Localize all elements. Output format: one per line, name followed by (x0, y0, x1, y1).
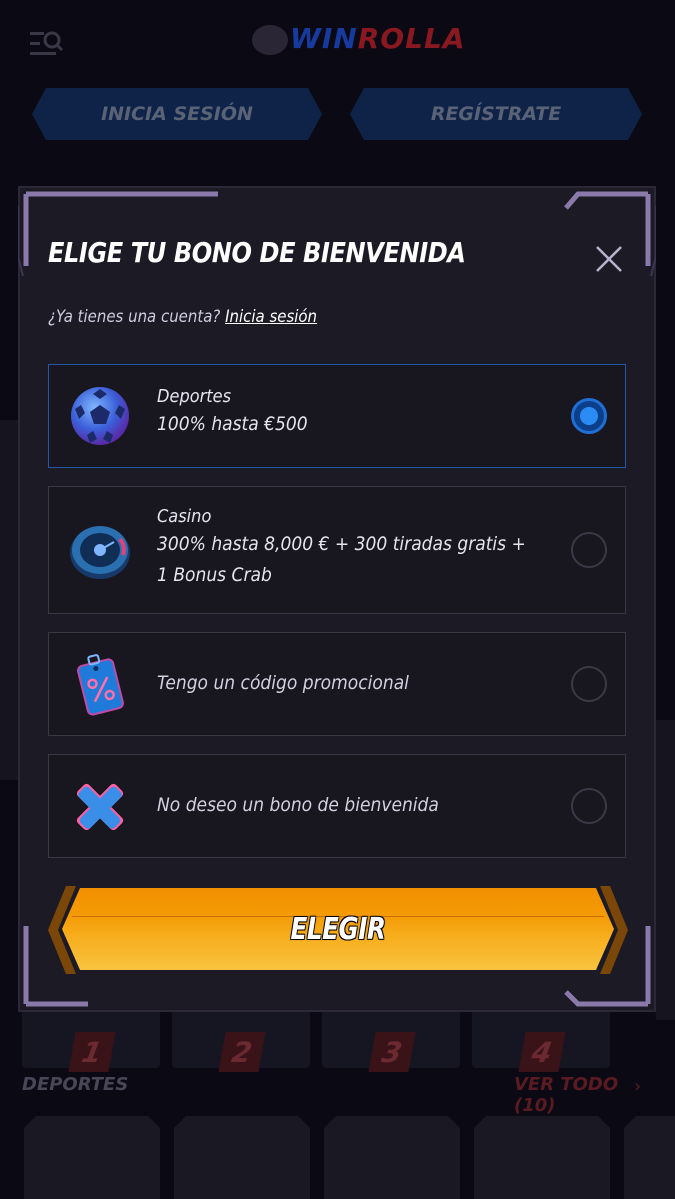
option-no-bonus[interactable]: No deseo un bono de bienvenida (48, 754, 626, 858)
background-card[interactable]: 4 (472, 1010, 610, 1072)
sports-thumbnails (24, 1116, 675, 1199)
choose-button[interactable]: ELEGIR (48, 886, 628, 974)
wolf-logo-icon (252, 25, 288, 55)
option-sports-name: Deportes (157, 386, 232, 407)
option-sports-radio[interactable] (571, 398, 607, 434)
sports-section-title: DEPORTES (22, 1074, 129, 1095)
background-cards: 1 2 3 4 (22, 1010, 675, 1072)
sport-thumbnail[interactable] (24, 1116, 160, 1199)
x-mark-icon (76, 783, 124, 831)
background-card[interactable]: 1 (22, 1010, 160, 1072)
modal-title: ELIGE TU BONO DE BIENVENIDA (48, 236, 466, 269)
option-casino[interactable]: Casino 300% hasta 8,000 € + 300 tiradas … (48, 486, 626, 614)
choose-button-body[interactable]: ELEGIR (62, 888, 614, 970)
sport-thumbnail[interactable] (474, 1116, 610, 1199)
choose-button-label: ELEGIR (290, 911, 386, 947)
chevron-right-icon[interactable]: › (634, 1076, 641, 1097)
sport-thumbnail[interactable] (324, 1116, 460, 1199)
see-all-link[interactable]: VER TODO (10) (514, 1074, 652, 1116)
sport-thumbnail[interactable] (174, 1116, 310, 1199)
sport-thumbnail[interactable] (624, 1116, 675, 1199)
sports-section-header: DEPORTES VER TODO (10) › (22, 1074, 652, 1116)
option-sports-detail: 100% hasta €500 (157, 413, 308, 435)
option-promo-code-label: Tengo un código promocional (157, 672, 409, 694)
welcome-bonus-modal: ELIGE TU BONO DE BIENVENIDA ¿Ya tienes u… (18, 186, 656, 1012)
page: WINROLLA INICIA SESIÓN REGÍSTRATE 1 2 3 … (0, 0, 675, 1199)
background-panel-left (0, 420, 18, 780)
option-sports-text: Deportes 100% hasta €500 (157, 385, 517, 440)
option-casino-radio[interactable] (571, 532, 607, 568)
account-prompt: ¿Ya tienes una cuenta? Inicia sesión (48, 307, 317, 327)
promo-tag-icon (77, 654, 124, 716)
background-card[interactable]: 2 (172, 1010, 310, 1072)
menu-search-icon[interactable] (26, 26, 66, 62)
option-promo-code[interactable]: Tengo un código promocional (48, 632, 626, 736)
option-casino-text: Casino 300% hasta 8,000 € + 300 tiradas … (157, 505, 526, 591)
register-button[interactable]: REGÍSTRATE (350, 88, 642, 140)
account-question: ¿Ya tienes una cuenta? (48, 307, 221, 327)
option-casino-detail: 300% hasta 8,000 € + 300 tiradas gratis … (157, 533, 526, 586)
background-panel-right (656, 720, 675, 1020)
auth-buttons: INICIA SESIÓN REGÍSTRATE (32, 88, 644, 144)
option-no-bonus-text: No deseo un bono de bienvenida (157, 793, 517, 817)
login-link[interactable]: Inicia sesión (225, 307, 317, 327)
option-promo-code-radio[interactable] (571, 666, 607, 702)
option-no-bonus-label: No deseo un bono de bienvenida (157, 794, 439, 816)
option-casino-name: Casino (157, 506, 212, 527)
login-button[interactable]: INICIA SESIÓN (32, 88, 322, 140)
option-no-bonus-radio[interactable] (571, 788, 607, 824)
option-sports[interactable]: Deportes 100% hasta €500 (48, 364, 626, 468)
soccer-ball-icon (71, 387, 129, 445)
roulette-wheel-icon (70, 526, 130, 579)
background-card[interactable]: 3 (322, 1010, 460, 1072)
site-logo[interactable]: WINROLLA (252, 22, 465, 55)
option-promo-code-text: Tengo un código promocional (157, 671, 517, 695)
close-icon[interactable] (592, 242, 626, 276)
site-header: WINROLLA (0, 0, 675, 90)
